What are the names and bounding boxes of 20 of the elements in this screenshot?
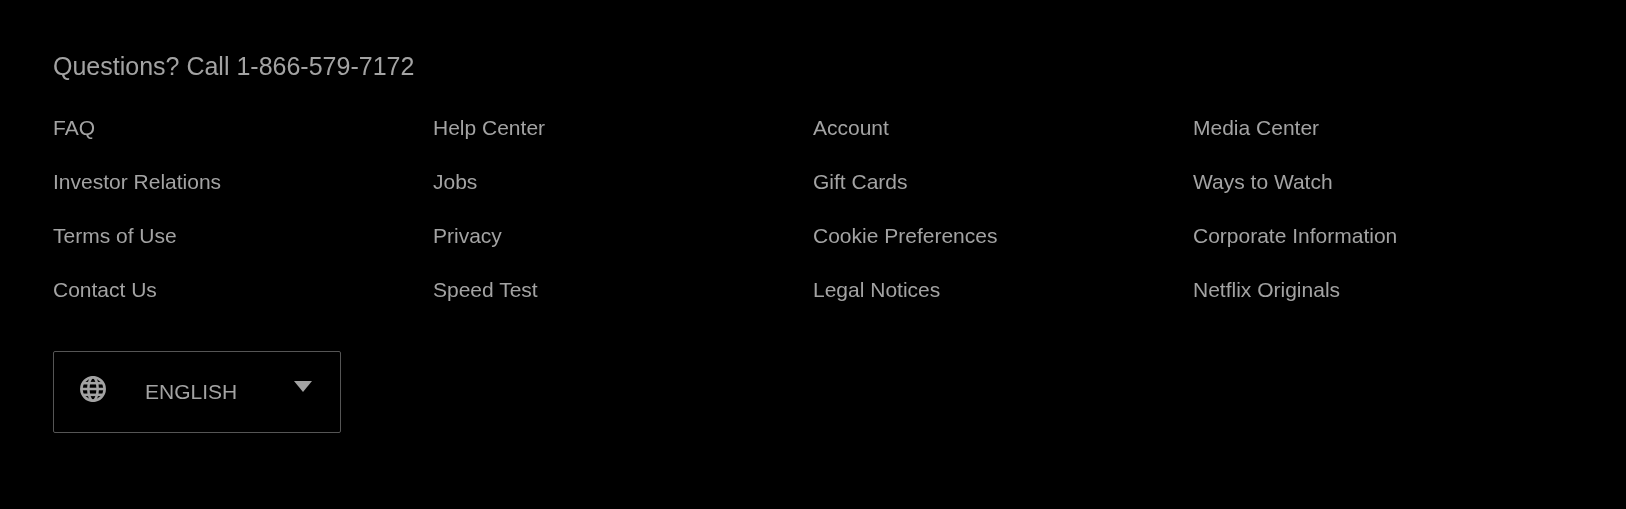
footer-link[interactable]: Account — [813, 116, 889, 140]
footer-link[interactable]: Investor Relations — [53, 170, 222, 194]
footer-link[interactable]: Legal Notices — [813, 278, 941, 302]
caret-icon — [294, 381, 312, 393]
footer-link[interactable]: Contact Us — [53, 278, 157, 302]
footer-link[interactable]: FAQ — [53, 116, 95, 140]
contact-phone-text: Questions? Call 1-866-579-7172 — [53, 51, 415, 82]
footer-link[interactable]: Speed Test — [433, 278, 538, 302]
footer-link[interactable]: Jobs — [433, 170, 478, 194]
footer-link[interactable]: Netflix Originals — [1193, 278, 1341, 302]
footer-link[interactable]: Help Center — [433, 116, 546, 140]
language-select[interactable]: ENGLISH — [53, 351, 341, 433]
footer-link[interactable]: Terms of Use — [53, 224, 177, 248]
footer-link[interactable]: Ways to Watch — [1193, 170, 1333, 194]
globe-icon — [79, 375, 107, 403]
footer-link[interactable]: Corporate Information — [1193, 224, 1398, 248]
footer-link[interactable]: Cookie Preferences — [813, 224, 998, 248]
footer-link[interactable]: Gift Cards — [813, 170, 908, 194]
footer-link[interactable]: Media Center — [1193, 116, 1320, 140]
footer-link[interactable]: Privacy — [433, 224, 502, 248]
